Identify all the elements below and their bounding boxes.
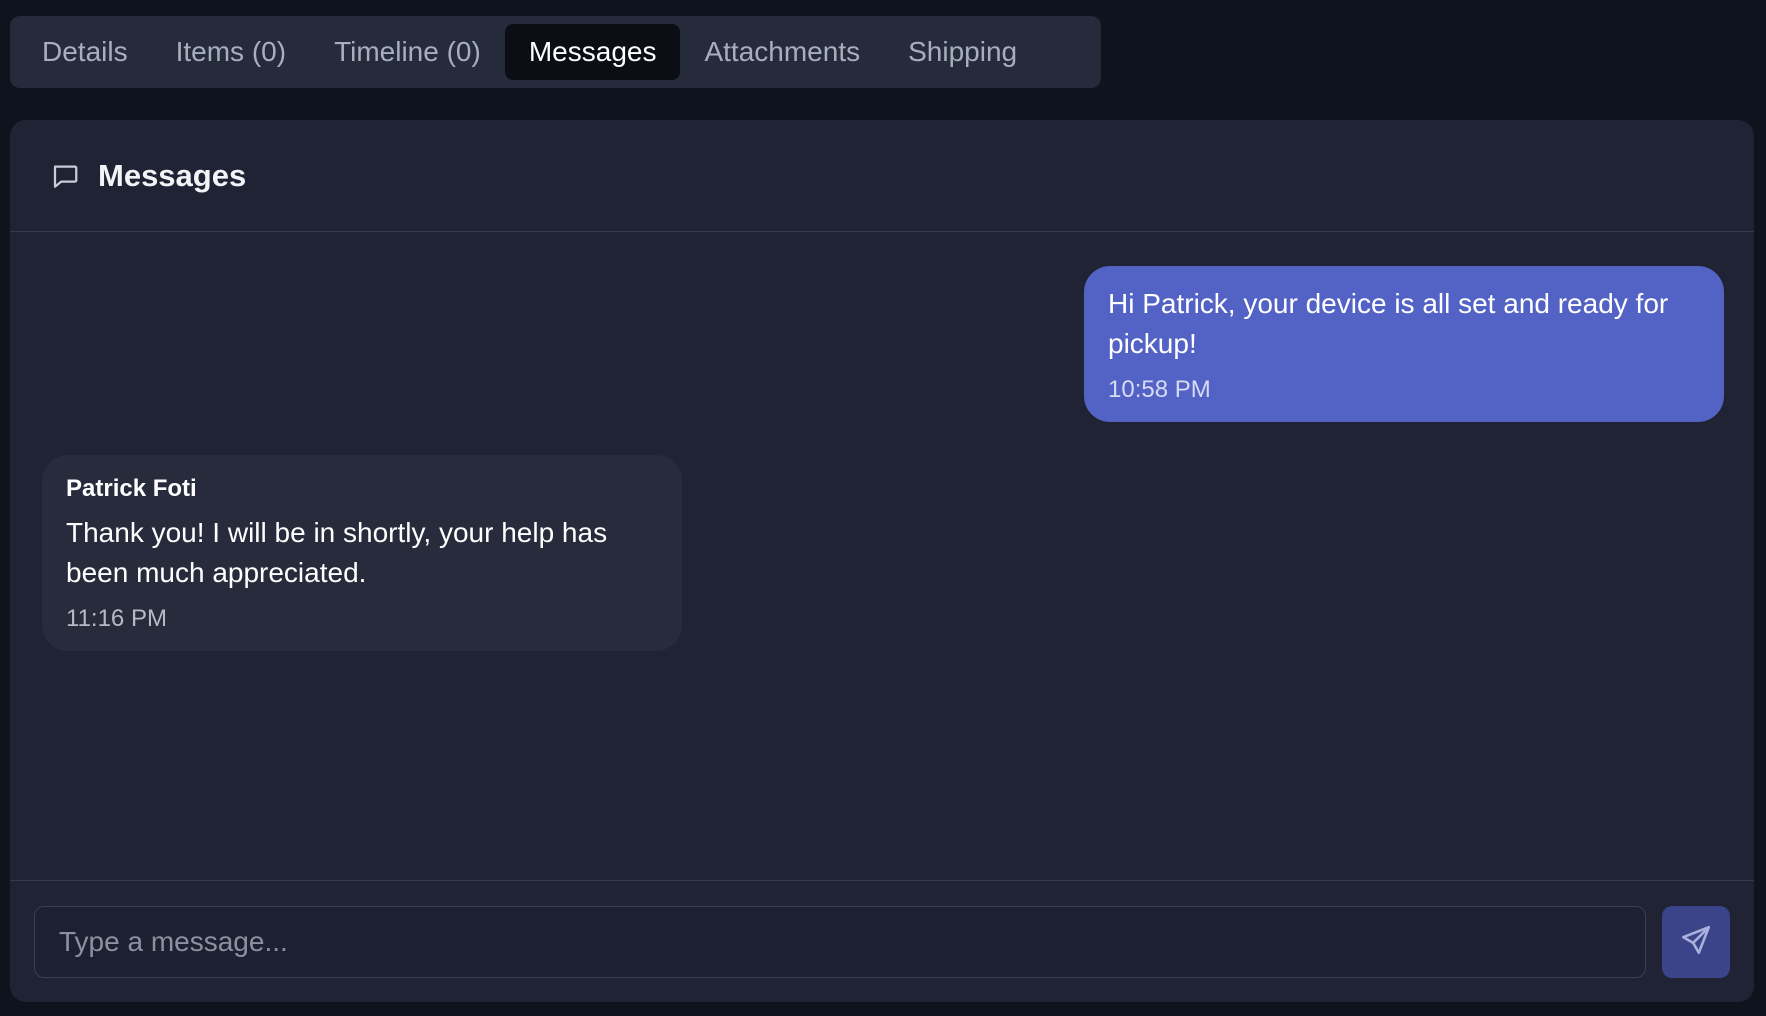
message-outgoing: Hi Patrick, your device is all set and r… — [1084, 266, 1724, 422]
message-text: Thank you! I will be in shortly, your he… — [66, 517, 608, 588]
tab-attachments[interactable]: Attachments — [680, 24, 884, 80]
message-thread[interactable]: Hi Patrick, your device is all set and r… — [10, 232, 1754, 880]
panel-header: Messages — [10, 120, 1754, 232]
tab-shipping[interactable]: Shipping — [884, 24, 1041, 80]
send-button[interactable] — [1662, 905, 1730, 978]
chat-bubble-icon — [50, 161, 80, 191]
tab-messages[interactable]: Messages — [504, 24, 681, 80]
message-timestamp: 11:16 PM — [66, 605, 167, 632]
send-icon — [1679, 923, 1713, 960]
messages-panel: Messages Hi Patrick, your device is all … — [10, 120, 1754, 1002]
tab-details[interactable]: Details — [18, 24, 152, 80]
tab-items[interactable]: Items (0) — [152, 24, 310, 80]
message-timestamp: 10:58 PM — [1108, 376, 1211, 403]
message-input[interactable] — [34, 905, 1646, 978]
message-text: Hi Patrick, your device is all set and r… — [1108, 288, 1669, 359]
tab-bar: Details Items (0) Timeline (0) Messages … — [10, 16, 1101, 88]
panel-title: Messages — [98, 157, 247, 193]
message-sender: Patrick Foti — [66, 475, 197, 502]
message-composer — [10, 880, 1754, 1002]
message-incoming: Patrick Foti Thank you! I will be in sho… — [42, 455, 682, 651]
tab-timeline[interactable]: Timeline (0) — [310, 24, 505, 80]
